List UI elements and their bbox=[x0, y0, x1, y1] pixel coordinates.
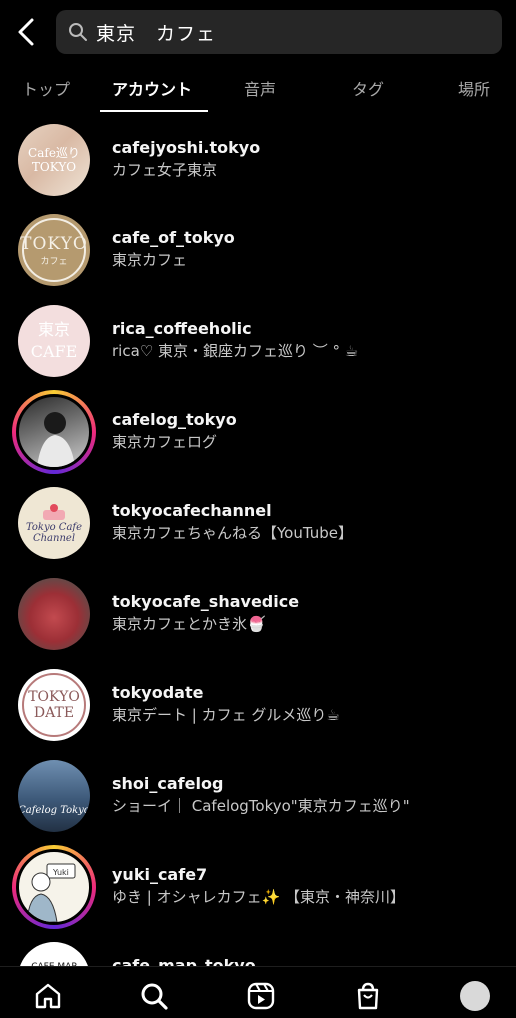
tab-tags[interactable]: タグ bbox=[352, 76, 384, 100]
search-input[interactable]: 東京 カフェ bbox=[56, 10, 502, 54]
nav-profile[interactable] bbox=[459, 981, 491, 1011]
avatar: Cafelog Tokyo bbox=[18, 760, 90, 832]
account-username: tokyocafechannel bbox=[112, 501, 272, 520]
account-username: cafe_of_tokyo bbox=[112, 228, 235, 247]
nav-reels[interactable] bbox=[245, 981, 277, 1011]
tab-accounts[interactable]: アカウント bbox=[112, 76, 192, 100]
nav-search[interactable] bbox=[138, 981, 170, 1011]
avatar: TOKYO カフェ bbox=[18, 214, 90, 286]
app-screen: 東京 カフェ トップ アカウント 音声 タグ 場所 Cafe巡り TOKYO ca… bbox=[0, 0, 516, 1018]
account-row[interactable]: Cafelog Tokyo shoi_cafelog ショーイ｜ Cafelog… bbox=[0, 750, 516, 840]
search-icon bbox=[141, 983, 168, 1010]
avatar-story-ring: Yuki bbox=[12, 845, 96, 929]
avatar: Tokyo Cafe Channel bbox=[18, 487, 90, 559]
account-subtitle: 東京カフェログ bbox=[112, 433, 218, 451]
tab-places[interactable]: 場所 bbox=[458, 76, 490, 100]
profile-avatar bbox=[460, 981, 490, 1011]
account-username: cafejyoshi.tokyo bbox=[112, 138, 261, 157]
account-username: cafelog_tokyo bbox=[112, 410, 237, 429]
home-icon bbox=[35, 983, 61, 1009]
chevron-left-icon bbox=[18, 18, 34, 46]
account-subtitle: ショーイ｜ CafelogTokyo"東京カフェ巡り" bbox=[112, 797, 410, 815]
account-subtitle: 東京カフェとかき氷🍧 bbox=[112, 615, 266, 633]
account-results-list[interactable]: Cafe巡り TOKYO cafejyoshi.tokyo カフェ女子東京 TOK… bbox=[0, 114, 516, 966]
account-row[interactable]: cafelog_tokyo 東京カフェログ bbox=[0, 386, 516, 476]
bottom-navigation bbox=[0, 966, 516, 1018]
account-subtitle: 東京デート | カフェ グルメ巡り☕ bbox=[112, 706, 340, 724]
avatar-story-ring bbox=[12, 390, 96, 474]
account-subtitle: 東京カフェ bbox=[112, 251, 188, 269]
avatar: 東京 CAFE bbox=[18, 305, 90, 377]
account-subtitle: カフェ女子東京 bbox=[112, 161, 218, 179]
svg-text:Yuki: Yuki bbox=[52, 868, 69, 877]
reels-icon bbox=[247, 982, 275, 1010]
account-username: rica_coffeeholic bbox=[112, 319, 252, 338]
account-username: cafe_map_tokyo bbox=[112, 956, 256, 966]
search-header: 東京 カフェ bbox=[0, 0, 516, 62]
account-username: tokyodate bbox=[112, 683, 204, 702]
search-icon bbox=[68, 22, 88, 42]
shop-icon bbox=[357, 982, 379, 1010]
avatar: CAFE MAP bbox=[18, 942, 90, 966]
tab-audio[interactable]: 音声 bbox=[244, 76, 276, 100]
avatar: Cafe巡り TOKYO bbox=[18, 124, 90, 196]
account-row[interactable]: tokyocafe_shavedice 東京カフェとかき氷🍧 bbox=[0, 568, 516, 658]
account-row[interactable]: 東京 CAFE rica_coffeeholic rica♡ 東京・銀座カフェ巡り… bbox=[0, 295, 516, 385]
tab-top[interactable]: トップ bbox=[22, 76, 70, 100]
result-tabs: トップ アカウント 音声 タグ 場所 bbox=[0, 64, 516, 112]
account-subtitle: rica♡ 東京・銀座カフェ巡り ︶ ° ☕ bbox=[112, 342, 359, 360]
account-row[interactable]: TOKYO カフェ cafe_of_tokyo 東京カフェ bbox=[0, 204, 516, 294]
active-tab-indicator bbox=[100, 110, 208, 112]
account-row[interactable]: Cafe巡り TOKYO cafejyoshi.tokyo カフェ女子東京 bbox=[0, 114, 516, 204]
account-row[interactable]: CAFE MAP cafe_map_tokyo bbox=[0, 932, 516, 966]
avatar: TOKYO DATE bbox=[18, 669, 90, 741]
nav-home[interactable] bbox=[32, 981, 64, 1011]
account-row[interactable]: Tokyo Cafe Channel tokyocafechannel 東京カフェ… bbox=[0, 477, 516, 567]
account-username: yuki_cafe7 bbox=[112, 865, 208, 884]
account-username: shoi_cafelog bbox=[112, 774, 224, 793]
account-row[interactable]: Yuki yuki_cafe7 ゆき | オシャレカフェ✨ 【東京・神奈川】 bbox=[0, 841, 516, 931]
account-row[interactable]: TOKYO DATE tokyodate 東京デート | カフェ グルメ巡り☕ bbox=[0, 659, 516, 749]
back-button[interactable] bbox=[12, 14, 40, 50]
search-query: 東京 カフェ bbox=[96, 22, 217, 45]
avatar bbox=[18, 578, 90, 650]
account-subtitle: ゆき | オシャレカフェ✨ 【東京・神奈川】 bbox=[112, 888, 406, 906]
account-subtitle: 東京カフェちゃんねる【YouTube】 bbox=[112, 524, 353, 542]
nav-shop[interactable] bbox=[352, 981, 384, 1011]
account-username: tokyocafe_shavedice bbox=[112, 592, 300, 611]
